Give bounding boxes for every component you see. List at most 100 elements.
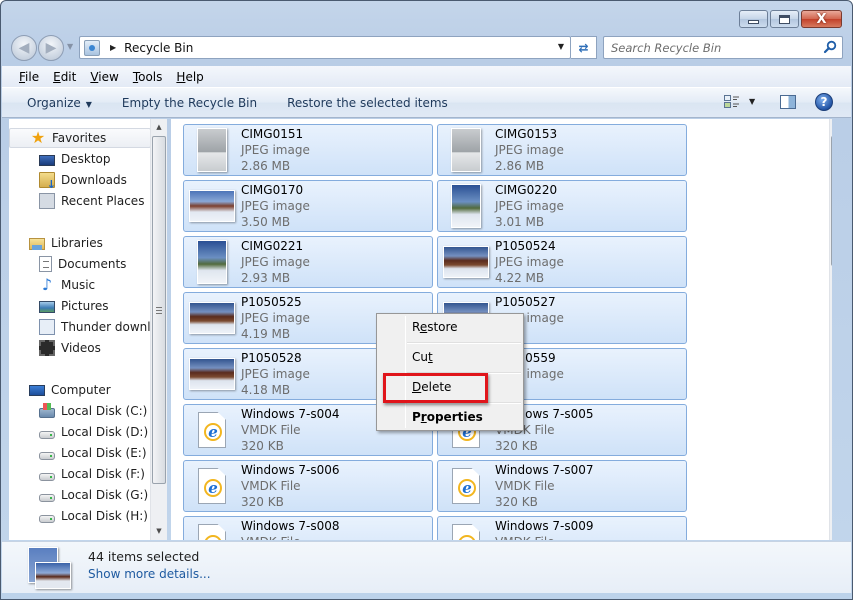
- menu-help[interactable]: Help: [176, 70, 203, 84]
- internet-explorer-icon: e: [458, 479, 476, 497]
- sidebar-item-disk-h[interactable]: Local Disk (H:): [9, 506, 150, 526]
- sidebar-item-downloads[interactable]: Downloads: [9, 170, 150, 190]
- context-menu-properties[interactable]: Properties: [380, 406, 520, 428]
- menu-file[interactable]: File: [19, 70, 39, 84]
- file-tile[interactable]: e Windows 7-s006 VMDK File 320 KB: [183, 460, 433, 512]
- breadcrumb-arrow-icon[interactable]: ▶: [110, 43, 116, 52]
- close-icon: X: [816, 11, 827, 27]
- file-thumbnail: [188, 352, 236, 396]
- maximize-button[interactable]: [770, 10, 799, 28]
- sidebar-item-pictures[interactable]: Pictures: [9, 296, 150, 316]
- file-thumbnail: e: [188, 520, 236, 540]
- context-menu-restore[interactable]: Restore: [380, 316, 520, 338]
- sidebar-computer[interactable]: Computer: [9, 380, 150, 400]
- vmdk-file-icon: e: [198, 412, 226, 448]
- file-type: JPEG image: [241, 255, 310, 269]
- scroll-up-arrow-icon[interactable]: ▲: [151, 119, 167, 135]
- preview-pane-icon[interactable]: [780, 95, 796, 109]
- selection-thumbnail: [28, 547, 71, 589]
- maximize-icon: [779, 14, 790, 24]
- file-name: CIMG0151: [241, 127, 304, 141]
- sidebar-item-music[interactable]: ♪ Music: [9, 275, 150, 295]
- file-tile[interactable]: e Windows 7-s009 VMDK File: [437, 516, 687, 540]
- scroll-down-arrow-icon[interactable]: ▼: [830, 523, 832, 539]
- sidebar-item-disk-e[interactable]: Local Disk (E:): [9, 443, 150, 463]
- sidebar-item-thunder-downloads[interactable]: Thunder downlo: [9, 317, 150, 337]
- sidebar-favorites[interactable]: ★ Favorites: [9, 128, 151, 148]
- recent-places-icon: [39, 193, 55, 209]
- forward-button[interactable]: ▶: [38, 35, 64, 61]
- address-dropdown-icon[interactable]: ▼: [558, 42, 564, 51]
- sidebar-item-desktop[interactable]: Desktop: [9, 149, 150, 169]
- navigation-bar: ◀ ▶ ▼ ▶ Recycle Bin ▼ ⇄: [1, 34, 852, 62]
- close-button[interactable]: X: [801, 10, 842, 28]
- sidebar-scroll-thumb[interactable]: [152, 136, 166, 484]
- search-input[interactable]: [611, 40, 816, 55]
- sidebar-item-disk-g[interactable]: Local Disk (G:): [9, 485, 150, 505]
- file-tile[interactable]: CIMG0221 JPEG image 2.93 MB: [183, 236, 433, 288]
- file-tile[interactable]: CIMG0170 JPEG image 3.50 MB: [183, 180, 433, 232]
- sidebar-item-disk-d[interactable]: Local Disk (D:): [9, 422, 150, 442]
- disk-icon: [39, 493, 55, 502]
- restore-selected-button[interactable]: Restore the selected items: [287, 96, 448, 110]
- content-scrollbar[interactable]: ▲ ▼: [829, 119, 832, 540]
- sidebar-item-documents[interactable]: Documents: [9, 254, 150, 274]
- minimize-icon: [748, 19, 759, 24]
- help-icon[interactable]: ?: [815, 93, 833, 111]
- file-type: JPEG image: [241, 143, 310, 157]
- chevron-down-icon: ▼: [67, 42, 74, 51]
- scroll-up-arrow-icon[interactable]: ▲: [830, 119, 832, 135]
- menu-tools[interactable]: Tools: [133, 70, 163, 84]
- context-menu-cut[interactable]: Cut: [380, 346, 520, 368]
- sidebar-item-disk-c[interactable]: Local Disk (C:): [9, 401, 150, 421]
- back-button[interactable]: ◀: [11, 35, 37, 61]
- minimize-button[interactable]: [739, 10, 768, 28]
- file-name: CIMG0221: [241, 239, 304, 253]
- change-view-icon[interactable]: [724, 95, 740, 109]
- file-size: 4.18 MB: [241, 383, 291, 397]
- refresh-button[interactable]: ⇄: [571, 36, 597, 59]
- file-tile[interactable]: P1050524 JPEG image 4.22 MB: [437, 236, 687, 288]
- sidebar-libraries[interactable]: Libraries: [9, 233, 150, 253]
- sidebar-item-disk-f[interactable]: Local Disk (F:): [9, 464, 150, 484]
- sidebar-scrollbar[interactable]: ▲ ▼: [150, 119, 167, 540]
- thunder-download-icon: [39, 319, 55, 335]
- file-tile[interactable]: CIMG0151 JPEG image 2.86 MB: [183, 124, 433, 176]
- breadcrumb-recycle-bin[interactable]: Recycle Bin: [124, 41, 193, 55]
- sidebar-item-recent-places[interactable]: Recent Places: [9, 191, 150, 211]
- photo-thumbnail: [189, 190, 235, 222]
- file-type: JPEG image: [241, 367, 310, 381]
- show-more-details-link[interactable]: Show more details...: [88, 567, 211, 581]
- file-name: P1050527: [495, 295, 556, 309]
- file-size: 4.22 MB: [495, 271, 545, 285]
- file-tile[interactable]: e Windows 7-s008 VMDK File: [183, 516, 433, 540]
- recent-pages-dropdown[interactable]: ▼: [67, 42, 73, 51]
- libraries-icon: [29, 238, 45, 250]
- file-size: 2.86 MB: [241, 159, 291, 173]
- sidebar-item-videos[interactable]: Videos: [9, 338, 150, 358]
- explorer-window: X ◀ ▶ ▼ ▶ Recycle Bin ▼ ⇄ File Edit View…: [0, 0, 853, 600]
- file-size: 4.19 MB: [241, 327, 291, 341]
- file-tile[interactable]: CIMG0220 JPEG image 3.01 MB: [437, 180, 687, 232]
- context-menu: Restore Cut Delete Properties: [376, 313, 524, 431]
- pictures-icon: [39, 301, 55, 313]
- file-tile[interactable]: e Windows 7-s007 VMDK File 320 KB: [437, 460, 687, 512]
- file-thumbnail: [188, 240, 236, 284]
- organize-button[interactable]: Organize ▼: [27, 96, 92, 110]
- file-tile[interactable]: CIMG0153 JPEG image 2.86 MB: [437, 124, 687, 176]
- menu-edit[interactable]: Edit: [53, 70, 76, 84]
- photo-thumbnail: [451, 128, 481, 172]
- views-dropdown-icon[interactable]: ▼: [749, 97, 755, 106]
- empty-recycle-bin-button[interactable]: Empty the Recycle Bin: [122, 96, 257, 110]
- file-thumbnail: [442, 128, 490, 172]
- documents-icon: [39, 256, 52, 272]
- file-name: CIMG0220: [495, 183, 558, 197]
- file-size: 3.50 MB: [241, 215, 291, 229]
- search-icon[interactable]: [823, 40, 837, 54]
- disk-icon: [39, 430, 55, 439]
- file-size: 2.93 MB: [241, 271, 291, 285]
- content-scroll-thumb[interactable]: [831, 136, 832, 266]
- menu-view[interactable]: View: [90, 70, 118, 84]
- address-bar[interactable]: ▶ Recycle Bin ▼: [79, 36, 571, 59]
- scroll-down-arrow-icon[interactable]: ▼: [151, 523, 167, 539]
